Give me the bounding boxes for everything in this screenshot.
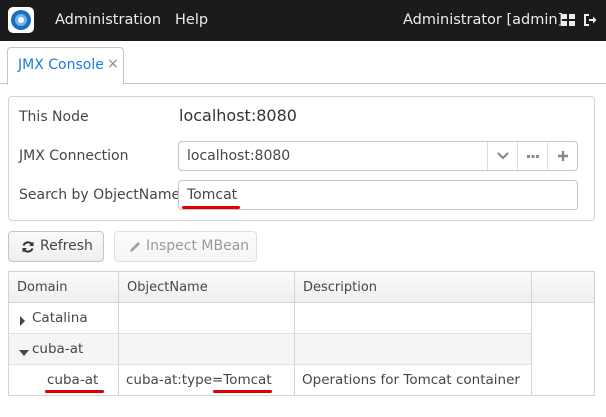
menu-administration[interactable]: Administration — [55, 11, 161, 29]
plus-icon[interactable] — [547, 142, 577, 170]
logout-icon[interactable] — [583, 13, 597, 27]
lookup-ellipsis-icon[interactable] — [517, 142, 547, 170]
table-row[interactable]: Catalina — [9, 303, 532, 334]
refresh-label: Refresh — [40, 238, 93, 254]
this-node-caption: This Node — [19, 109, 89, 125]
caret-right-icon[interactable] — [19, 314, 27, 330]
chevron-down-icon[interactable] — [487, 142, 517, 170]
jmx-connection-field[interactable]: localhost:8080 — [178, 141, 578, 171]
domain-label: cuba-at — [47, 372, 99, 388]
search-objectname-value: Tomcat — [187, 187, 238, 203]
menu-help[interactable]: Help — [175, 11, 208, 29]
search-highlight-underline — [182, 206, 240, 209]
tab-jmx-console[interactable]: JMX Console × — [7, 47, 124, 85]
tab-label: JMX Console — [18, 57, 104, 73]
edit-icon — [128, 240, 142, 258]
search-caption: Search by ObjectName — [19, 187, 181, 203]
jmx-connection-caption: JMX Connection — [19, 148, 129, 164]
domain-highlight-underline — [45, 390, 104, 393]
top-menu-bar: Administration Help Administrator [admin… — [0, 0, 606, 41]
table-header: Domain ObjectName Description — [9, 272, 594, 303]
inspect-mbean-button[interactable]: Inspect MBean — [114, 231, 257, 262]
this-node-value: localhost:8080 — [179, 106, 297, 125]
column-header-description[interactable]: Description — [295, 272, 532, 303]
jmx-connection-value: localhost:8080 — [187, 148, 291, 164]
close-icon[interactable]: × — [107, 56, 119, 72]
domain-cell: cuba-at — [9, 334, 119, 365]
domain-label: cuba-at — [32, 341, 84, 357]
mbeans-table: Domain ObjectName Description Catalina c… — [8, 271, 595, 396]
description-cell: Operations for Tomcat container — [295, 365, 532, 395]
tab-bar: JMX Console × — [0, 41, 606, 85]
caret-down-icon[interactable] — [19, 345, 29, 361]
column-header-objectname[interactable]: ObjectName — [119, 272, 295, 303]
objectname-cell — [119, 334, 295, 365]
refresh-button[interactable]: Refresh — [8, 231, 104, 262]
table-row[interactable]: cuba-at — [9, 334, 532, 365]
objectname-cell — [119, 303, 295, 334]
inspect-mbean-label: Inspect MBean — [146, 238, 250, 254]
objectname-highlight-underline — [213, 390, 272, 393]
column-header-filler — [532, 272, 594, 303]
domain-label: Catalina — [32, 310, 88, 326]
cuba-logo-icon[interactable] — [8, 7, 34, 33]
domain-cell: Catalina — [9, 303, 119, 334]
user-indicator[interactable]: Administrator [admin] — [403, 11, 563, 29]
column-header-domain[interactable]: Domain — [9, 272, 119, 303]
grid-icon[interactable] — [561, 13, 575, 27]
description-cell — [295, 334, 532, 365]
description-cell — [295, 303, 532, 334]
refresh-icon — [21, 240, 35, 258]
